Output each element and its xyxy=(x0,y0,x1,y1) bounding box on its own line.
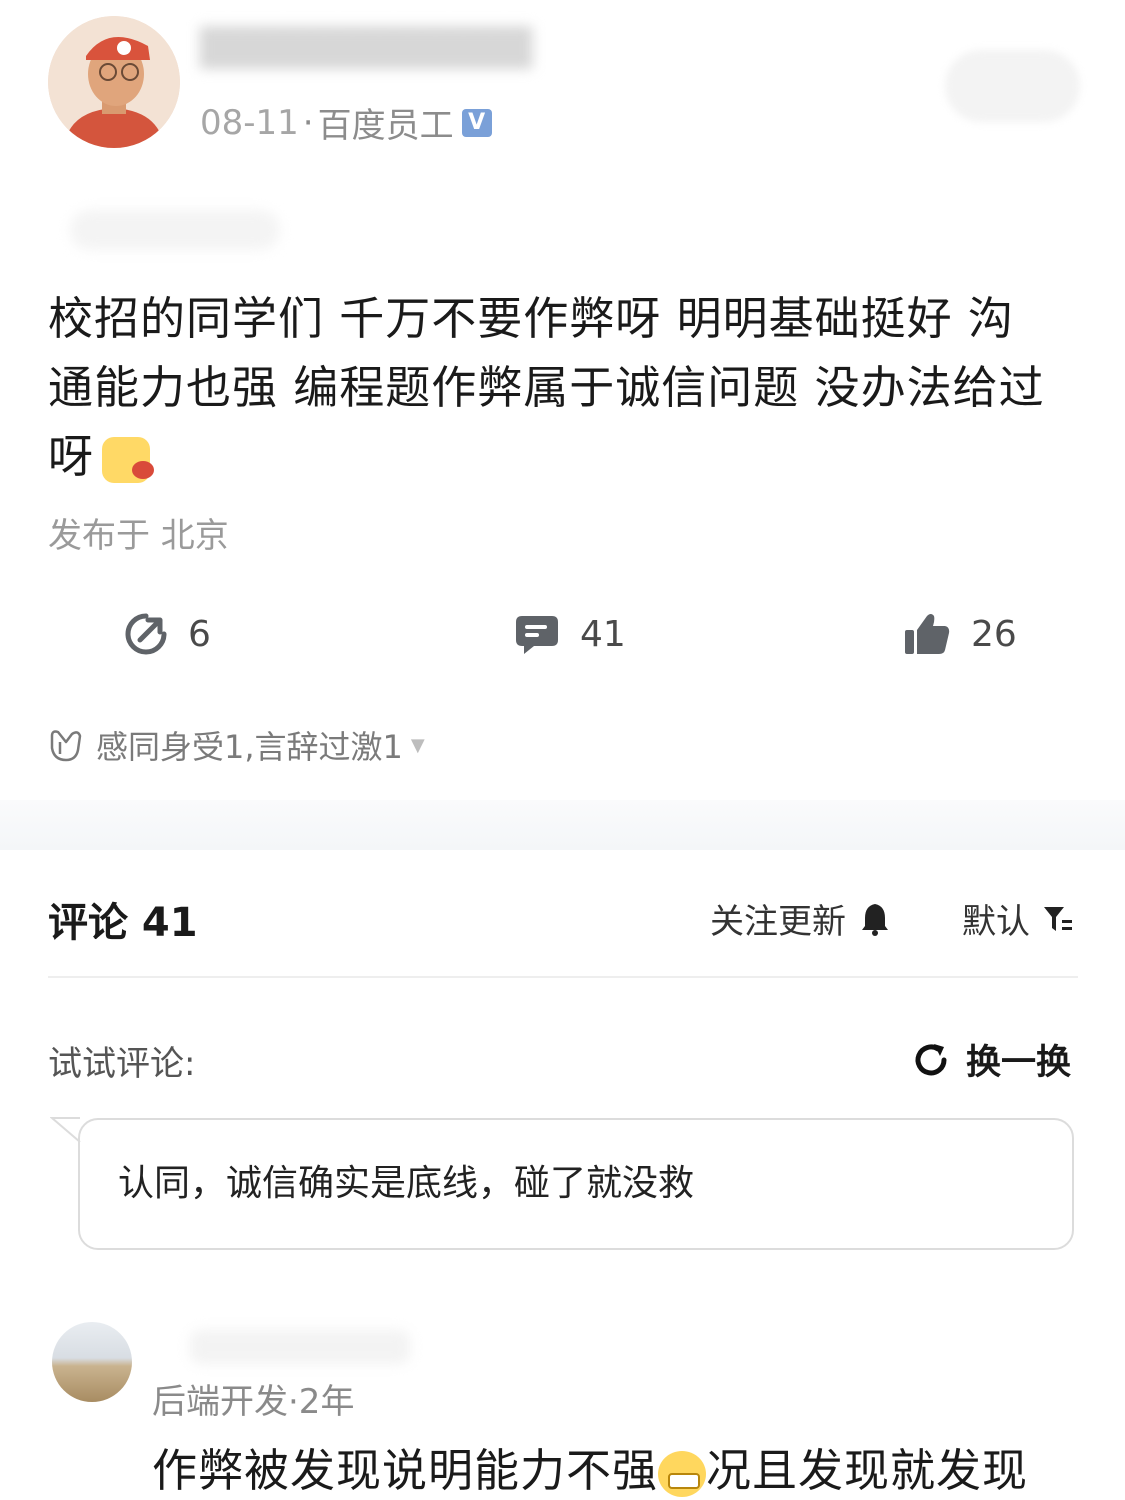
comments-title: 评论 41 xyxy=(48,900,198,946)
avatar-illustration xyxy=(48,16,180,148)
reaction-hands-icon xyxy=(50,730,82,762)
comment-button[interactable]: 41 xyxy=(514,612,626,656)
reactions-summary[interactable]: 感同身受1,言辞过激1 ▼ xyxy=(48,722,425,768)
share-count: 6 xyxy=(188,613,211,655)
comment-text-after: 况且发现就发现 xyxy=(706,1444,1029,1497)
refresh-label: 换一换 xyxy=(966,1043,1072,1083)
commenter-avatar[interactable] xyxy=(52,1322,132,1402)
follow-updates-button[interactable]: 关注更新 xyxy=(710,894,890,943)
verified-badge-icon: V xyxy=(461,108,492,137)
like-button[interactable]: 26 xyxy=(903,612,1017,656)
comment-icon xyxy=(516,616,558,654)
post-location: 发布于 北京 xyxy=(48,516,229,556)
like-count: 26 xyxy=(971,613,1017,655)
comment-text-before: 作弊被发现说明能力不强 xyxy=(152,1444,659,1497)
post-text: 校招的同学们 千万不要作弊呀 明明基础挺好 沟通能力也强 编程题作弊属于诚信问题… xyxy=(48,292,1045,483)
follow-updates-label: 关注更新 xyxy=(710,902,846,942)
sort-label: 默认 xyxy=(962,902,1030,942)
suggested-comment[interactable]: 认同，诚信确实是底线，碰了就没救 xyxy=(78,1118,1074,1250)
grinning-emoji-icon xyxy=(658,1451,707,1497)
filter-icon xyxy=(1044,906,1072,931)
suggestion-label: 试试评论: xyxy=(48,1044,196,1084)
refresh-icon xyxy=(915,1043,947,1075)
post-body: 校招的同学们 千万不要作弊呀 明明基础挺好 沟通能力也强 编程题作弊属于诚信问题… xyxy=(48,284,1058,491)
share-button[interactable]: 6 xyxy=(124,612,211,656)
follow-button-blurred[interactable] xyxy=(945,50,1080,122)
sort-dropdown[interactable]: 默认 xyxy=(962,894,1074,943)
caret-down-icon[interactable]: ▼ xyxy=(411,735,425,756)
author-title: 百度员工 xyxy=(317,106,454,146)
commenter-name-blurred[interactable] xyxy=(190,1330,410,1364)
comment-count: 41 xyxy=(580,613,626,655)
post-date: 08-11 xyxy=(200,102,299,143)
header-divider xyxy=(48,976,1078,978)
comment-text: 作弊被发现说明能力不强 况且发现就发现 xyxy=(152,1434,1028,1499)
share-icon xyxy=(125,613,167,655)
bell-icon xyxy=(862,903,888,936)
post-meta: 08-11 · 百度员工 V xyxy=(200,98,492,147)
blurred-tag xyxy=(70,210,280,250)
section-divider xyxy=(0,800,1125,850)
commenter-meta: 后端开发·2年 xyxy=(152,1382,355,1422)
refresh-suggestions-button[interactable]: 换一换 xyxy=(912,1034,1071,1085)
meta-separator: · xyxy=(302,102,314,143)
author-name-blurred[interactable]: ████████████ xyxy=(200,28,600,74)
author-avatar[interactable] xyxy=(48,16,180,148)
thumbs-up-icon xyxy=(905,614,950,654)
blushing-emoji-icon xyxy=(102,437,155,483)
reactions-text: 感同身受1,言辞过激1 xyxy=(96,728,403,766)
